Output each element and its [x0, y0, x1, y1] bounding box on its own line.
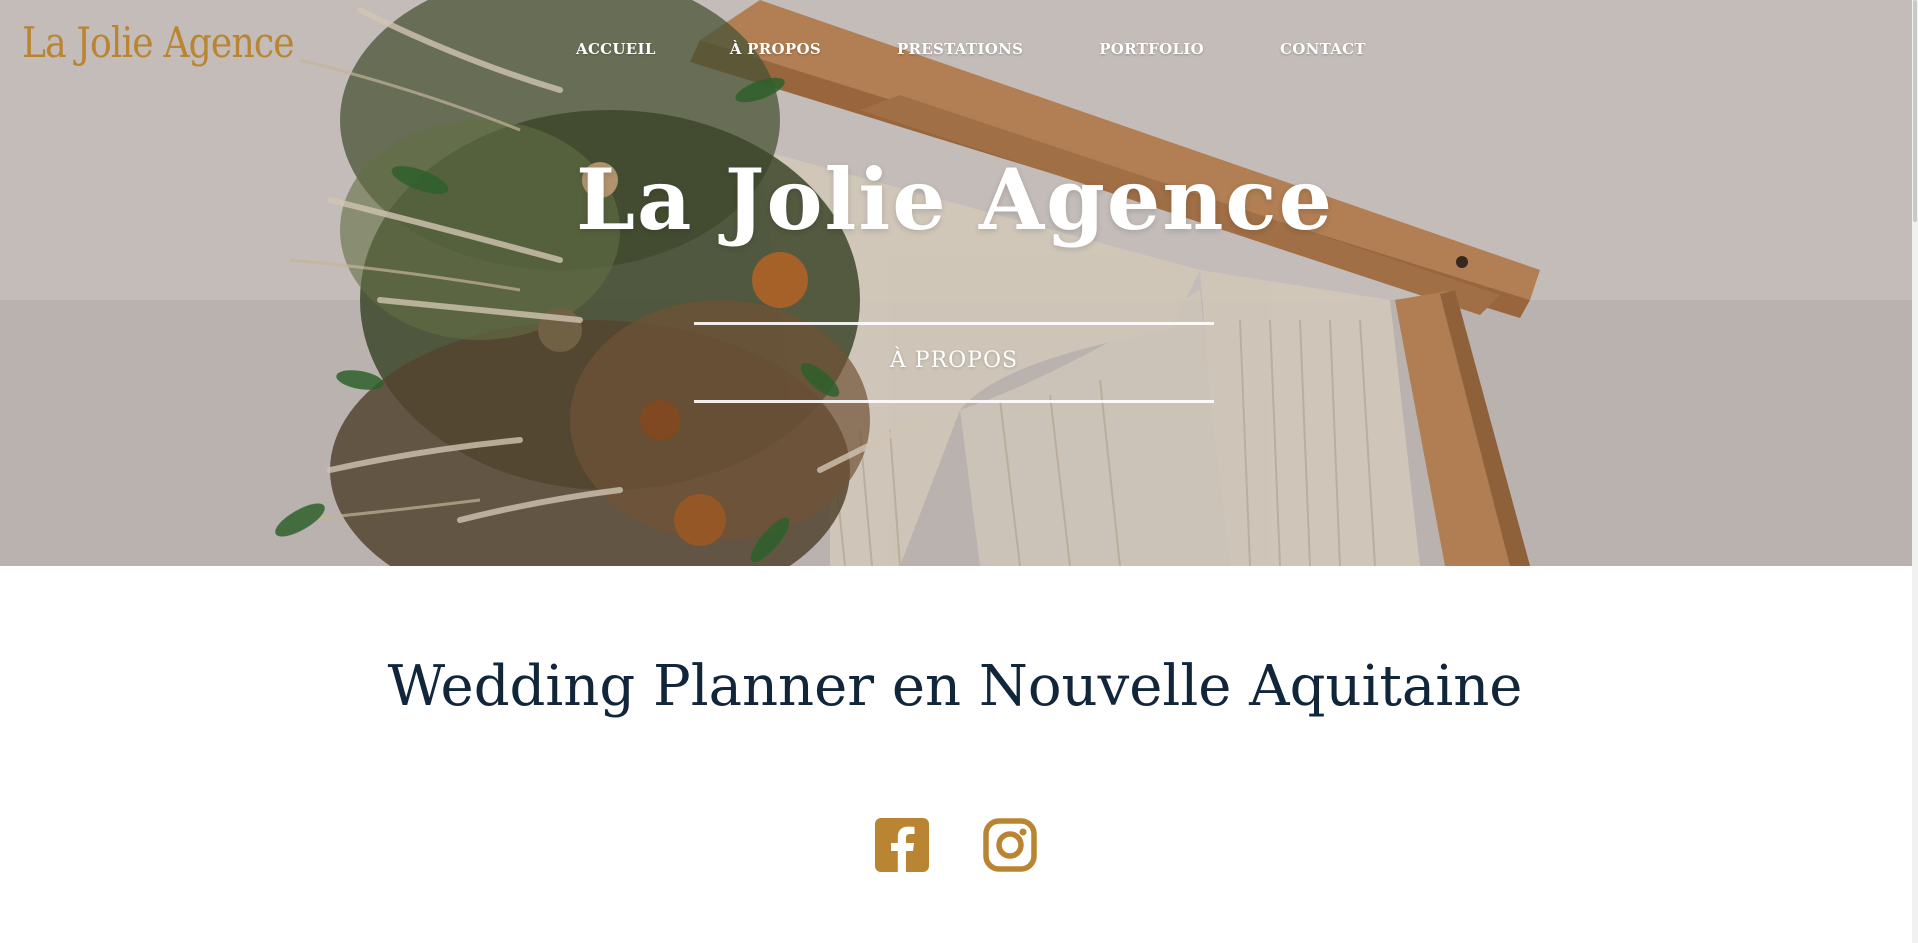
- facebook-icon: [875, 818, 929, 872]
- hero-overlay: [0, 0, 1918, 566]
- site-logo[interactable]: La Jolie Agence: [22, 18, 295, 67]
- hero-divider-bottom: [694, 400, 1214, 403]
- facebook-link[interactable]: [875, 818, 929, 872]
- hero-subtitle: À PROPOS: [889, 348, 1019, 373]
- nav-item-portfolio[interactable]: PORTFOLIO: [1099, 40, 1204, 58]
- hero-divider-top: [694, 322, 1214, 325]
- nav-item-a-propos[interactable]: À PROPOS: [730, 40, 821, 58]
- instagram-icon: [983, 818, 1037, 872]
- page-scrollbar[interactable]: [1912, 0, 1918, 943]
- page-heading: Wedding Planner en Nouvelle Aquitaine: [387, 654, 1523, 719]
- main-navigation: ACCUEIL À PROPOS PRESTATIONS PORTFOLIO C…: [576, 38, 1366, 60]
- scrollbar-thumb[interactable]: [1913, 0, 1917, 222]
- nav-item-contact[interactable]: CONTACT: [1280, 40, 1366, 58]
- social-links: [875, 818, 1037, 872]
- hero-banner: [0, 0, 1918, 566]
- nav-item-prestations[interactable]: PRESTATIONS: [897, 40, 1023, 58]
- page: La Jolie Agence ACCUEIL À PROPOS PRESTAT…: [0, 0, 1918, 943]
- nav-item-accueil[interactable]: ACCUEIL: [576, 40, 656, 58]
- hero-title: La Jolie Agence: [575, 150, 1335, 249]
- instagram-link[interactable]: [983, 818, 1037, 872]
